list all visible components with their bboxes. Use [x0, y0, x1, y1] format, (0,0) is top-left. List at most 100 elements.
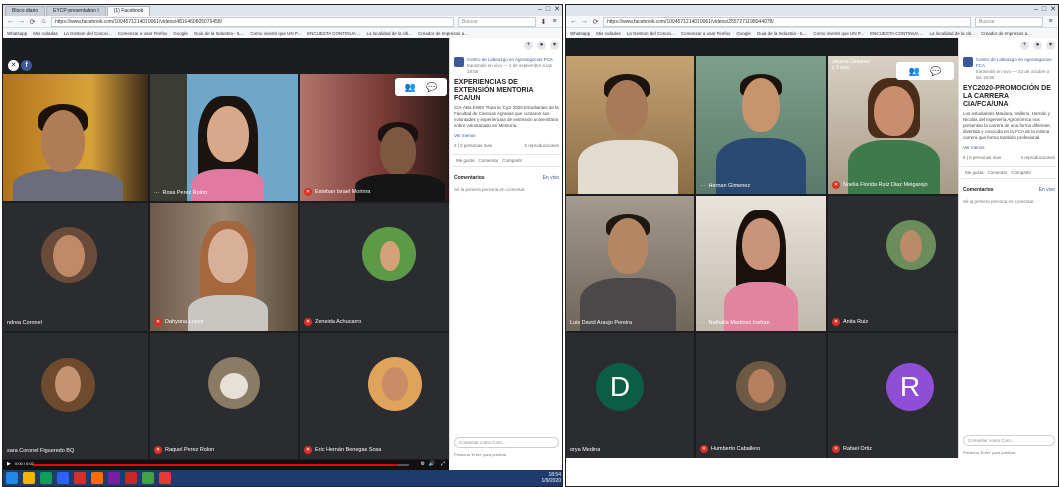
bookmark[interactable]: Como invertir que UN P...: [813, 31, 864, 36]
participant-tile[interactable]: ✕ Eric Hernán Benegas Sosa: [300, 333, 449, 459]
participant-tile[interactable]: ✕ Dahyana Lopez: [150, 203, 298, 331]
participant-tile[interactable]: [566, 56, 694, 194]
messenger-icon[interactable]: ●: [537, 41, 546, 50]
start-icon[interactable]: [6, 472, 18, 484]
participant-tile[interactable]: R ✕ Rafael Ortiz: [828, 333, 958, 458]
chat-icon[interactable]: 💬: [426, 82, 437, 93]
app-icon[interactable]: [108, 472, 120, 484]
bookmark[interactable]: Whatsapp: [570, 31, 590, 36]
browser-tab[interactable]: Bloco diario: [5, 6, 46, 16]
browser-tab[interactable]: EYCP-presentation I: [46, 6, 106, 16]
url-input[interactable]: https://www.facebook.com/100457121401006…: [51, 16, 454, 27]
bookmark[interactable]: Comenzar a usar Firefox: [118, 31, 168, 36]
play-icon[interactable]: ▶: [7, 461, 11, 467]
search-input[interactable]: Buscar: [458, 16, 536, 27]
like-button[interactable]: Me gusta: [965, 170, 984, 175]
add-icon[interactable]: +: [1020, 41, 1029, 50]
participant-tile[interactable]: Luis David Araujo Pereira: [566, 196, 694, 331]
bookmark[interactable]: La localidad de la citi...: [930, 31, 976, 36]
comment-input[interactable]: Comentar como Com...: [963, 435, 1055, 446]
bookmark[interactable]: ENCUESTA CONTINUA ...: [307, 31, 360, 36]
bookmark[interactable]: Guia de la Industria - IL...: [757, 31, 808, 36]
bookmark[interactable]: ENCUESTA CONTINUA ...: [870, 31, 923, 36]
menu-icon[interactable]: ≡: [1047, 18, 1054, 25]
people-icon[interactable]: 👥: [909, 66, 920, 77]
participant-tile[interactable]: ⋯ Nathalia Martinez Insfran: [696, 196, 826, 331]
see-less-link[interactable]: Ver menos: [450, 131, 562, 141]
notifications-icon[interactable]: ▾: [1046, 41, 1055, 50]
bookmark[interactable]: Mis rodadas: [596, 31, 621, 36]
bookmark[interactable]: La Gestion del Conoci...: [627, 31, 675, 36]
participant-tile[interactable]: D orya Medina: [566, 333, 694, 458]
bookmark[interactable]: Como invertir que UN P...: [250, 31, 301, 36]
back-icon[interactable]: ←: [7, 18, 14, 25]
bookmark[interactable]: Google: [736, 31, 751, 36]
comments-filter[interactable]: En vivo: [1039, 187, 1055, 193]
participant-tile[interactable]: ndrea Coronel: [3, 203, 148, 331]
search-input[interactable]: Buscar: [975, 16, 1043, 27]
bookmark[interactable]: La Gestion del Conoci...: [64, 31, 112, 36]
participant-tile[interactable]: sara Coronel Figueredo BQ: [3, 333, 148, 459]
participant-tile[interactable]: ✕ Raquel Perez Rolon: [150, 333, 298, 459]
notifications-icon[interactable]: ▾: [550, 41, 559, 50]
people-icon[interactable]: 👥: [405, 82, 416, 93]
forward-icon[interactable]: →: [18, 18, 25, 25]
participant-tile[interactable]: [3, 74, 148, 201]
close-icon[interactable]: ✕: [554, 5, 560, 15]
share-button[interactable]: Compartir: [1011, 170, 1031, 175]
share-button[interactable]: Compartir: [502, 158, 522, 163]
chat-icon[interactable]: 💬: [930, 66, 941, 77]
word-icon[interactable]: [57, 472, 69, 484]
close-icon[interactable]: ✕: [8, 60, 19, 71]
page-name[interactable]: Centro de Liderazgo en Agronegocios FCA: [976, 57, 1055, 69]
bookmark[interactable]: Google: [173, 31, 188, 36]
minimize-icon[interactable]: –: [538, 5, 542, 15]
comment-input[interactable]: Comentar como Com...: [454, 437, 559, 448]
page-avatar[interactable]: [454, 57, 464, 67]
video-progress-bar[interactable]: [33, 464, 409, 466]
participant-tile[interactable]: ✕ Anita Ruiz: [828, 196, 958, 331]
firefox-icon[interactable]: [91, 472, 103, 484]
bookmark[interactable]: Whatsapp: [7, 31, 27, 36]
reload-icon[interactable]: ⟳: [29, 18, 36, 26]
forward-icon[interactable]: →: [581, 18, 588, 25]
see-less-link[interactable]: Ver menos: [959, 143, 1058, 153]
media-icon[interactable]: [159, 472, 171, 484]
reactions-count[interactable]: 2 | 2 personas mas: [454, 143, 492, 148]
fullscreen-icon[interactable]: ⤢: [441, 461, 445, 467]
reload-icon[interactable]: ⟳: [592, 18, 599, 26]
bookmark[interactable]: Mis rodadas: [33, 31, 58, 36]
facebook-icon[interactable]: f: [21, 60, 32, 71]
bookmark[interactable]: Creador de Impresos a...: [418, 31, 468, 36]
participant-tile[interactable]: ✕ Humberto Caballero: [696, 333, 826, 458]
back-icon[interactable]: ←: [570, 18, 577, 25]
participant-tile[interactable]: ⋯ Hernan Gimenez: [696, 56, 826, 194]
chrome-icon[interactable]: [142, 472, 154, 484]
settings-icon[interactable]: ⚙: [421, 461, 425, 467]
bookmark[interactable]: Comenzar a usar Firefox: [681, 31, 731, 36]
bookmark[interactable]: Guia de la Industria - IL...: [194, 31, 245, 36]
bookmark[interactable]: La localidad de la citi...: [367, 31, 413, 36]
messenger-icon[interactable]: ●: [1033, 41, 1042, 50]
home-icon[interactable]: ⌂: [40, 18, 47, 25]
download-icon[interactable]: ⬇: [540, 18, 547, 26]
reactions-count[interactable]: 6 | 6 personas mas: [963, 155, 1001, 160]
excel-icon[interactable]: [40, 472, 52, 484]
comment-button[interactable]: Comentar: [479, 158, 499, 163]
bookmark[interactable]: Creador de Impresos a...: [981, 31, 1031, 36]
minimize-icon[interactable]: –: [1034, 5, 1038, 15]
acrobat-icon[interactable]: [125, 472, 137, 484]
powerpoint-icon[interactable]: [74, 472, 86, 484]
comment-button[interactable]: Comentar: [988, 170, 1008, 175]
menu-icon[interactable]: ≡: [551, 18, 558, 25]
page-avatar[interactable]: [963, 57, 973, 67]
maximize-icon[interactable]: □: [1042, 5, 1046, 15]
volume-icon[interactable]: 🔊: [429, 461, 435, 467]
close-icon[interactable]: ✕: [1050, 5, 1056, 15]
url-input[interactable]: https://www.facebook.com/100457121401006…: [603, 16, 971, 27]
browser-tab-active[interactable]: (1) Facebook: [106, 6, 151, 16]
explorer-icon[interactable]: [23, 472, 35, 484]
comments-filter[interactable]: En vivo: [543, 175, 559, 181]
like-button[interactable]: Me gusta: [456, 158, 475, 163]
participant-tile[interactable]: ⋯ Rosa Perez Rolon: [150, 74, 298, 201]
